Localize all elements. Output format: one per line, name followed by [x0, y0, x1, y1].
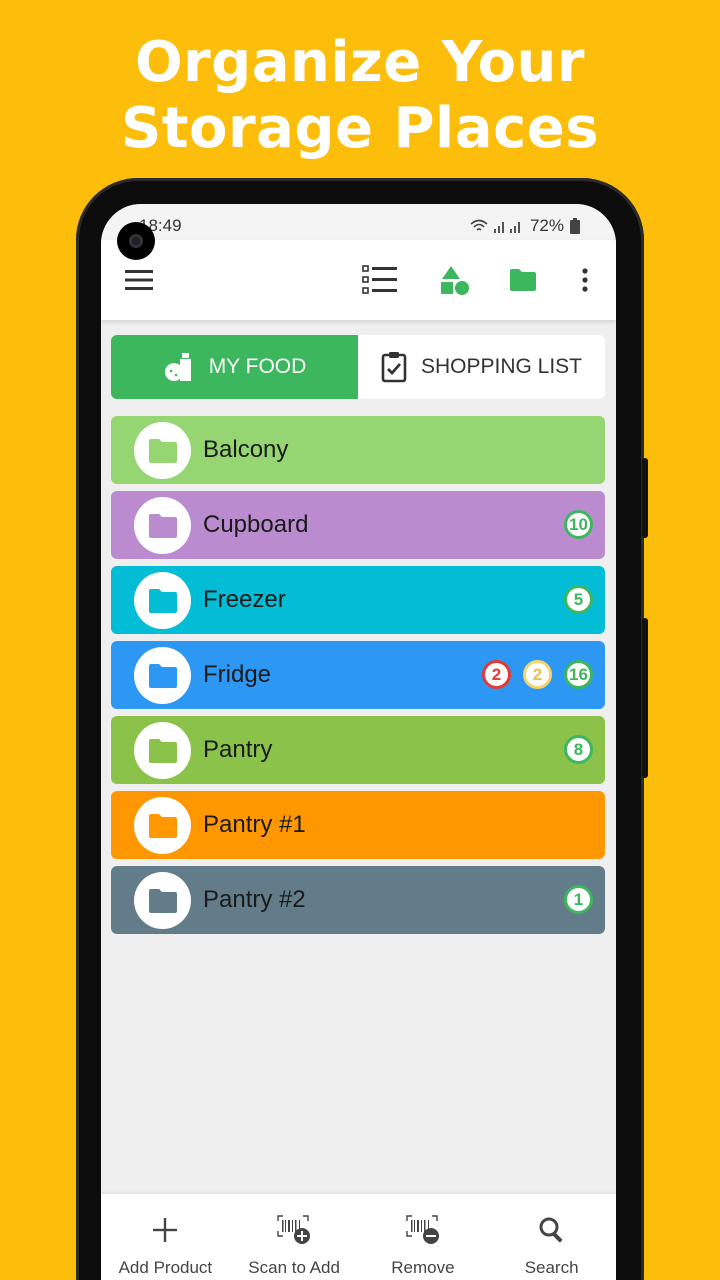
folder-avatar — [134, 497, 191, 554]
count-badge-green[interactable]: 8 — [564, 735, 593, 764]
scan-to-add-button[interactable]: Scan to Add — [230, 1194, 359, 1280]
count-badges: 5 — [564, 585, 593, 614]
search-label: Search — [524, 1258, 579, 1277]
storage-row-name: Cupboard — [203, 511, 309, 538]
count-badges: 10 — [564, 510, 593, 539]
add-product-button[interactable]: Add Product — [101, 1194, 230, 1280]
remove-label: Remove — [391, 1258, 455, 1277]
count-badge-green[interactable]: 10 — [564, 510, 593, 539]
wifi-icon — [470, 219, 488, 231]
hamburger-icon[interactable] — [119, 260, 159, 300]
count-badge-yellow[interactable]: 2 — [523, 660, 552, 689]
folder-icon — [148, 888, 177, 913]
storage-row-name: Pantry #2 — [203, 886, 306, 913]
power-button — [642, 618, 648, 778]
barcode-remove-icon — [406, 1215, 439, 1244]
list-view-icon[interactable] — [360, 260, 400, 300]
storage-row[interactable]: Pantry 8 — [111, 716, 605, 784]
battery-icon — [570, 218, 580, 234]
storage-row-name: Balcony — [203, 436, 289, 463]
folder-avatar — [134, 797, 191, 854]
tab-my-food-label: MY FOOD — [208, 355, 307, 378]
tab-my-food[interactable]: MY FOOD — [111, 335, 358, 399]
shapes-icon[interactable] — [435, 260, 475, 300]
count-badges: 1 — [564, 885, 593, 914]
count-badge-red[interactable]: 2 — [482, 660, 511, 689]
clipboard-check-icon — [381, 352, 407, 383]
headline: Organize Your Storage Places — [0, 30, 720, 162]
tab-bar: MY FOOD SHOPPING LIST — [111, 335, 605, 399]
folder-avatar — [134, 572, 191, 629]
storage-row[interactable]: Cupboard 10 — [111, 491, 605, 559]
folder-icon[interactable] — [503, 260, 543, 300]
food-icon — [164, 353, 191, 381]
folder-avatar — [134, 872, 191, 929]
count-badges: 8 — [564, 735, 593, 764]
app-screen: 18:49 72% MY FOOD SHOPPING LIST Balcony … — [101, 204, 616, 1280]
storage-row[interactable]: Freezer 5 — [111, 566, 605, 634]
headline-line-1: Organize Your — [134, 30, 586, 95]
app-bar — [101, 240, 616, 320]
folder-icon — [148, 438, 177, 463]
status-bar: 18:49 72% — [101, 204, 616, 240]
folder-avatar — [134, 647, 191, 704]
folder-icon — [148, 588, 177, 613]
signal-icon — [493, 222, 520, 233]
folder-icon — [148, 813, 177, 838]
count-badge-green[interactable]: 16 — [564, 660, 593, 689]
folder-icon — [148, 738, 177, 763]
storage-row[interactable]: Balcony — [111, 416, 605, 484]
tab-shopping-list-label: SHOPPING LIST — [420, 355, 583, 378]
volume-button — [642, 458, 648, 538]
front-camera — [117, 222, 155, 260]
search-button[interactable]: Search — [487, 1194, 616, 1280]
more-vert-icon[interactable] — [565, 260, 605, 300]
storage-row[interactable]: Pantry #2 1 — [111, 866, 605, 934]
storage-list: Balcony Cupboard 10 Freezer 5 Fridge 2 2 16 Pantr… — [111, 416, 605, 941]
folder-icon — [148, 663, 177, 688]
bottom-nav: Add Product Scan to Add Remove Search — [101, 1194, 616, 1280]
storage-row-name: Pantry #1 — [203, 811, 306, 838]
tab-shopping-list[interactable]: SHOPPING LIST — [358, 335, 605, 399]
count-badge-green[interactable]: 1 — [564, 885, 593, 914]
count-badge-green[interactable]: 5 — [564, 585, 593, 614]
folder-avatar — [134, 722, 191, 779]
folder-avatar — [134, 422, 191, 479]
scan-to-add-label: Scan to Add — [248, 1258, 340, 1277]
storage-row-name: Fridge — [203, 661, 272, 688]
status-icons: 72% — [470, 216, 580, 236]
storage-row-name: Freezer — [203, 586, 286, 613]
add-product-label: Add Product — [118, 1258, 213, 1277]
headline-line-2: Storage Places — [120, 96, 600, 161]
storage-row[interactable]: Pantry #1 — [111, 791, 605, 859]
plus-icon — [153, 1218, 178, 1242]
count-badges: 2 2 16 — [482, 660, 593, 689]
battery-percent: 72% — [529, 216, 564, 235]
storage-row-name: Pantry — [203, 736, 273, 763]
search-icon — [539, 1217, 562, 1243]
remove-button[interactable]: Remove — [359, 1194, 488, 1280]
storage-row[interactable]: Fridge 2 2 16 — [111, 641, 605, 709]
barcode-add-icon — [277, 1215, 311, 1244]
folder-icon — [148, 513, 177, 538]
